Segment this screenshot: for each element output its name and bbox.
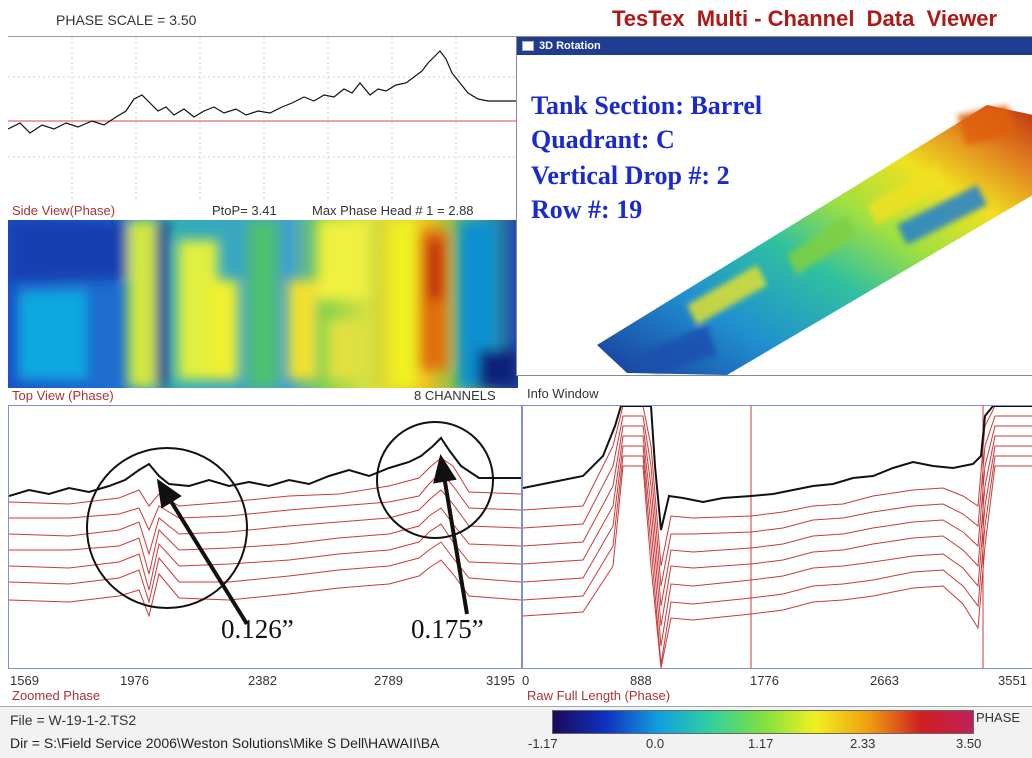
defect-depth-1: 0.126” <box>221 614 294 644</box>
info-window-label: Info Window <box>527 386 599 401</box>
raw-full-length-panel[interactable] <box>522 405 1032 669</box>
dir-label: Dir = S:\Field Service 2006\Weston Solut… <box>10 735 440 751</box>
side-view-trace-panel[interactable] <box>8 36 516 203</box>
quadrant-text: Quadrant: C <box>531 125 675 154</box>
zoomed-phase-panel[interactable]: 0.126” 0.175” <box>8 405 522 669</box>
rotation-titlebar[interactable]: 3D Rotation <box>517 37 1032 55</box>
zoom-tick: 1569 <box>10 673 39 688</box>
vertical-drop-text: Vertical Drop #: 2 <box>531 161 730 190</box>
raw-tick: 0 <box>522 673 530 688</box>
raw-full-length-label: Raw Full Length (Phase) <box>527 688 671 703</box>
colorbar-tick: -1.17 <box>528 736 558 751</box>
zoom-tick: 2789 <box>374 673 403 688</box>
defect-circle-2 <box>376 421 494 539</box>
zoom-tick: 1976 <box>120 673 149 688</box>
raw-tick: 3551 <box>998 673 1027 688</box>
arrow-1 <box>156 478 249 626</box>
colorbar-tick: 0.0 <box>646 736 665 751</box>
raw-full-svg <box>523 406 1032 668</box>
top-view-heatmap[interactable] <box>8 220 518 388</box>
colorbar-label: PHASE <box>976 710 1021 725</box>
channels-label: 8 CHANNELS <box>414 388 496 403</box>
rotation-window[interactable]: 3D Rotation Tank Section: Barrel Quadran… <box>516 36 1032 376</box>
colorbar-tick: 2.33 <box>850 736 876 751</box>
zoom-tick: 2382 <box>248 673 277 688</box>
colorbar <box>552 710 974 734</box>
colorbar-tick: 1.17 <box>748 736 774 751</box>
phase-scale-label: PHASE SCALE = 3.50 <box>56 12 197 28</box>
ptop-readout: PtoP= 3.41 <box>212 203 277 218</box>
row-text: Row #: 19 <box>531 195 643 224</box>
heatmap-svg <box>8 220 518 388</box>
side-view-label: Side View(Phase) <box>12 203 116 218</box>
raw-red-traces <box>523 406 1032 668</box>
colorbar-tick: 3.50 <box>956 736 982 751</box>
tank-section-text: Tank Section: Barrel <box>531 91 763 120</box>
raw-tick: 888 <box>630 673 652 688</box>
app-title: TesTex Multi - Channel Data Viewer <box>612 6 998 31</box>
top-view-label: Top View (Phase) <box>12 388 114 403</box>
raw-tick: 2663 <box>870 673 899 688</box>
side-view-trace-svg <box>8 37 516 203</box>
window-icon <box>522 41 534 51</box>
raw-tick: 1776 <box>750 673 779 688</box>
defect-depth-2: 0.175” <box>411 614 484 644</box>
rotation-title: 3D Rotation <box>539 40 601 52</box>
zoomed-phase-label: Zoomed Phase <box>12 688 101 703</box>
zoom-tick: 3195 <box>486 673 515 688</box>
max-phase-readout: Max Phase Head # 1 = 2.88 <box>312 203 474 218</box>
file-label: File = W-19-1-2.TS2 <box>10 712 137 728</box>
